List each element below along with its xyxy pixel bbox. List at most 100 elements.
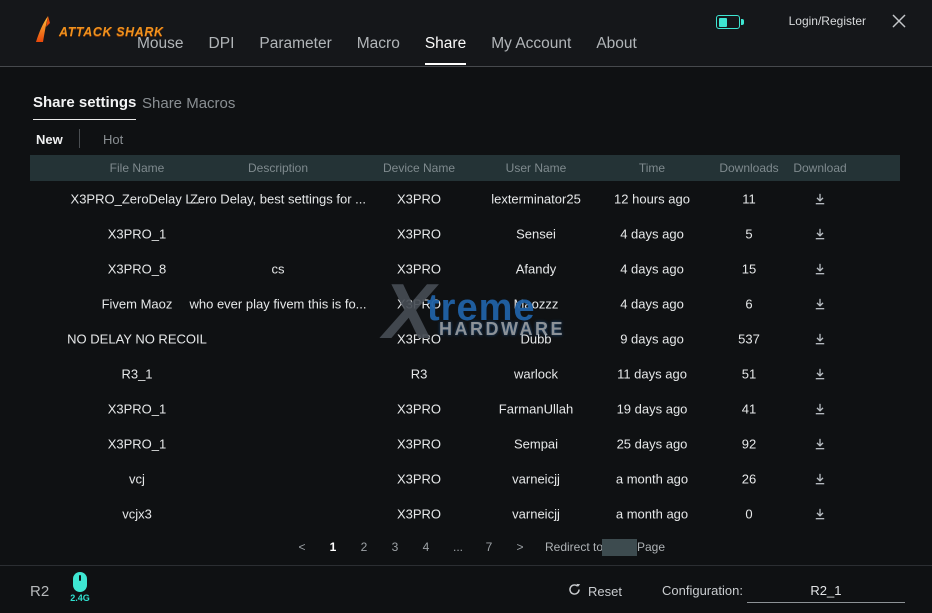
cell-time: a month ago <box>616 506 688 521</box>
cell-device-name: X3PRO <box>397 191 441 206</box>
nav-my-account[interactable]: My Account <box>491 35 571 53</box>
download-icon[interactable] <box>813 191 828 206</box>
page-ellipsis: ... <box>453 540 463 554</box>
col-description: Description <box>248 161 308 175</box>
page-label: Page <box>637 540 665 554</box>
cell-time: 11 days ago <box>617 366 687 381</box>
col-device-name: Device Name <box>383 161 455 175</box>
configuration-value[interactable]: R2_1 <box>747 583 905 603</box>
cell-user-name: varneicjj <box>512 506 560 521</box>
col-downloads: Downloads <box>719 161 778 175</box>
cell-downloads: 51 <box>742 366 756 381</box>
cell-file-name: X3PRO_1 <box>108 226 167 241</box>
col-time: Time <box>639 161 665 175</box>
filter-new[interactable]: New <box>36 132 63 147</box>
cell-user-name: Dubb <box>520 331 551 346</box>
cell-user-name: Sempai <box>514 436 558 451</box>
cell-downloads: 41 <box>742 401 756 416</box>
page-prev-button[interactable]: < <box>298 540 305 554</box>
cell-time: 19 days ago <box>617 401 688 416</box>
page-next-button[interactable]: > <box>516 540 523 554</box>
configuration: Configuration: R2_1 <box>662 583 905 603</box>
cell-downloads: 26 <box>742 471 756 486</box>
cell-time: 9 days ago <box>620 331 684 346</box>
redirect-page-input[interactable] <box>602 539 637 556</box>
cell-user-name: warlock <box>514 366 558 381</box>
cell-downloads: 11 <box>742 191 756 206</box>
cell-downloads: 0 <box>745 506 752 521</box>
col-file-name: File Name <box>110 161 165 175</box>
cell-user-name: Afandy <box>516 261 556 276</box>
col-user-name: User Name <box>506 161 567 175</box>
page-2-button[interactable]: 2 <box>361 540 368 554</box>
nav-parameter[interactable]: Parameter <box>259 35 331 53</box>
table-row: X3PRO_ZeroDelay L... Zero Delay, best se… <box>30 181 900 216</box>
cell-file-name: X3PRO_8 <box>108 261 167 276</box>
cell-device-name: X3PRO <box>397 506 441 521</box>
battery-icon <box>716 15 740 29</box>
top-bar: ATTACK SHARK Mouse DPI Parameter Macro S… <box>0 0 932 67</box>
page-3-button[interactable]: 3 <box>392 540 399 554</box>
cell-description: who ever play fivem this is fo... <box>189 296 366 311</box>
cell-time: 4 days ago <box>620 261 684 276</box>
cell-file-name: vcj <box>129 471 145 486</box>
cell-time: 4 days ago <box>620 296 684 311</box>
main-nav: Mouse DPI Parameter Macro Share My Accou… <box>137 22 637 66</box>
cell-downloads: 92 <box>742 436 756 451</box>
tab-share-settings[interactable]: Share settings <box>33 94 136 111</box>
nav-share[interactable]: Share <box>425 35 466 53</box>
download-icon[interactable] <box>813 506 828 521</box>
cell-downloads: 537 <box>738 331 760 346</box>
table-row: NO DELAY NO RECOIL X3PRO Dubb 9 days ago… <box>30 321 900 356</box>
mouse-icon <box>73 572 87 592</box>
page-1-button[interactable]: 1 <box>330 540 337 554</box>
cell-device-name: X3PRO <box>397 401 441 416</box>
cell-file-name: X3PRO_1 <box>108 401 167 416</box>
page-4-button[interactable]: 4 <box>423 540 430 554</box>
cell-file-name: NO DELAY NO RECOIL <box>67 331 207 346</box>
cell-device-name: X3PRO <box>397 261 441 276</box>
cell-description: Zero Delay, best settings for ... <box>190 191 366 206</box>
cell-device-name: X3PRO <box>397 436 441 451</box>
col-download: Download <box>793 161 846 175</box>
table-row: vcj X3PRO varneicjj a month ago 26 <box>30 461 900 496</box>
filter-divider <box>79 129 80 148</box>
device-model-label: R2 <box>30 583 49 600</box>
cell-file-name: vcjx3 <box>122 506 152 521</box>
filter-hot[interactable]: Hot <box>103 132 123 147</box>
tab-share-macros[interactable]: Share Macros <box>142 95 235 112</box>
connection-status: 2.4G <box>68 572 92 603</box>
download-icon[interactable] <box>813 401 828 416</box>
reset-button[interactable]: Reset <box>568 583 622 599</box>
table-header: File Name Description Device Name User N… <box>30 155 900 181</box>
nav-macro[interactable]: Macro <box>357 35 400 53</box>
cell-user-name: varneicjj <box>512 471 560 486</box>
nav-about[interactable]: About <box>596 35 637 53</box>
login-register-link[interactable]: Login/Register <box>789 14 866 28</box>
connection-mode-label: 2.4G <box>68 593 92 603</box>
cell-file-name: R3_1 <box>121 366 152 381</box>
cell-description: cs <box>272 261 285 276</box>
shark-fin-icon <box>34 15 56 48</box>
download-icon[interactable] <box>813 331 828 346</box>
download-icon[interactable] <box>813 366 828 381</box>
cell-file-name: X3PRO_1 <box>108 436 167 451</box>
nav-mouse[interactable]: Mouse <box>137 35 184 53</box>
nav-dpi[interactable]: DPI <box>209 35 235 53</box>
download-icon[interactable] <box>813 436 828 451</box>
cell-downloads: 6 <box>745 296 752 311</box>
table-body: X3PRO_ZeroDelay L... Zero Delay, best se… <box>30 181 900 531</box>
cell-user-name: lexterminator25 <box>491 191 581 206</box>
download-icon[interactable] <box>813 261 828 276</box>
page-7-button[interactable]: 7 <box>486 540 493 554</box>
table-row: X3PRO_1 X3PRO Sensei 4 days ago 5 <box>30 216 900 251</box>
cell-device-name: X3PRO <box>397 331 441 346</box>
close-icon[interactable] <box>890 12 908 30</box>
download-icon[interactable] <box>813 471 828 486</box>
download-icon[interactable] <box>813 226 828 241</box>
reset-label: Reset <box>588 584 622 599</box>
cell-user-name: Sensei <box>516 226 556 241</box>
table-row: Fivem Maoz who ever play fivem this is f… <box>30 286 900 321</box>
table-row: X3PRO_8 cs X3PRO Afandy 4 days ago 15 <box>30 251 900 286</box>
download-icon[interactable] <box>813 296 828 311</box>
